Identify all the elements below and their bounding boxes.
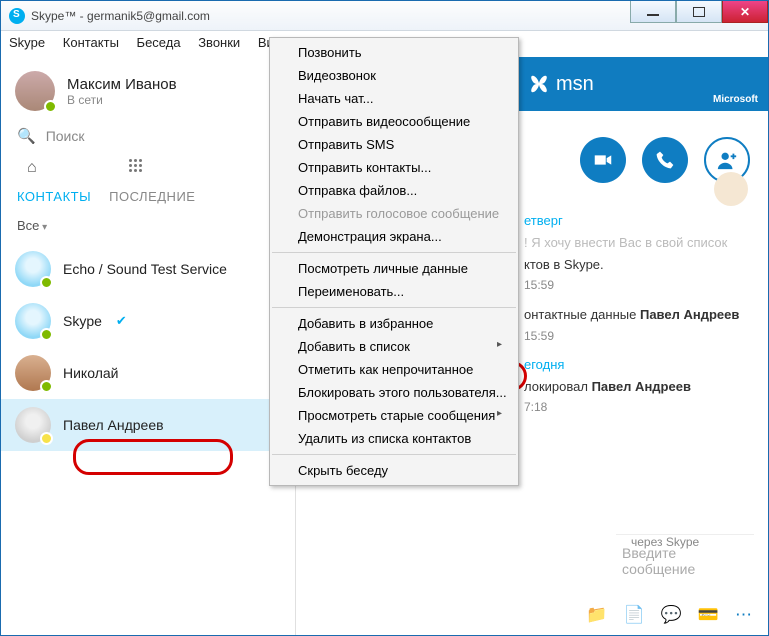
- maximize-button[interactable]: [676, 1, 722, 23]
- ctx-remove-contact[interactable]: Удалить из списка контактов: [270, 427, 518, 450]
- chat-day: егодня: [524, 357, 756, 372]
- contact-name: Skype: [63, 313, 102, 329]
- ctx-add-fav[interactable]: Добавить в избранное: [270, 312, 518, 335]
- chat-time: 15:59: [524, 329, 756, 343]
- ctx-send-voice: Отправить голосовое сообщение: [270, 202, 518, 225]
- ctx-rename[interactable]: Переименовать...: [270, 280, 518, 303]
- ctx-view-old-msgs[interactable]: Просмотреть старые сообщения: [270, 404, 518, 427]
- ctx-view-profile[interactable]: Посмотреть личные данные: [270, 257, 518, 280]
- contact-name: Павел Андреев: [63, 417, 164, 433]
- ctx-start-chat[interactable]: Начать чат...: [270, 87, 518, 110]
- ctx-hide-convo[interactable]: Скрыть беседу: [270, 459, 518, 482]
- profile-section[interactable]: Максим Иванов В сети: [1, 63, 295, 119]
- contact-item[interactable]: Skype ✔: [1, 295, 295, 347]
- filter-dropdown[interactable]: Все: [1, 212, 295, 243]
- contact-item-selected[interactable]: Павел Андреев: [1, 399, 295, 451]
- msn-banner[interactable]: msn Microsoft: [518, 57, 768, 111]
- presence-online-icon: [44, 100, 57, 113]
- avatar: [15, 355, 51, 391]
- more-icon[interactable]: ⋯: [735, 605, 752, 625]
- home-icon[interactable]: ⌂: [27, 159, 37, 177]
- contact-list: Echo / Sound Test Service Skype ✔ Никола…: [1, 243, 295, 635]
- ctx-block-user[interactable]: Блокировать этого пользователя...: [270, 381, 518, 404]
- profile-avatar: [15, 71, 55, 111]
- ctx-separator: [272, 307, 516, 308]
- chat-day: етверг: [524, 213, 756, 228]
- ctx-send-contacts[interactable]: Отправить контакты...: [270, 156, 518, 179]
- video-call-button[interactable]: [580, 137, 626, 183]
- chat-time: 7:18: [524, 400, 756, 414]
- ctx-send-files[interactable]: Отправка файлов...: [270, 179, 518, 202]
- ctx-call[interactable]: Позвонить: [270, 41, 518, 64]
- contact-item[interactable]: Echo / Sound Test Service: [1, 243, 295, 295]
- send-document-icon[interactable]: 📄: [623, 605, 644, 625]
- presence-online-icon: [40, 276, 53, 289]
- profile-name: Максим Иванов: [67, 76, 177, 93]
- avatar: [15, 303, 51, 339]
- chat-line: локировал Павел Андреев: [524, 378, 756, 396]
- tab-recent[interactable]: ПОСЛЕДНИЕ: [109, 189, 195, 204]
- chat-bubble-icon[interactable]: 💬: [661, 605, 682, 625]
- search-placeholder: Поиск: [46, 128, 85, 144]
- ctx-separator: [272, 252, 516, 253]
- profile-status: В сети: [67, 93, 177, 107]
- ctx-share-screen[interactable]: Демонстрация экрана...: [270, 225, 518, 248]
- window-buttons: [630, 1, 768, 23]
- presence-online-icon: [40, 328, 53, 341]
- chat-line: онтактные данные Павел Андреев: [524, 306, 756, 324]
- search-input[interactable]: 🔍 Поиск: [1, 119, 295, 153]
- send-contact-icon[interactable]: 💳: [698, 605, 719, 625]
- chat-line: ! Я хочу внести Вас в свой список: [524, 234, 756, 252]
- window-title: Skype™ - germanik5@gmail.com: [31, 9, 210, 23]
- presence-pending-icon: [40, 432, 53, 445]
- msn-logo-text: msn: [556, 73, 594, 96]
- avatar: [15, 407, 51, 443]
- chat-line: ктов в Skype.: [524, 256, 756, 274]
- contact-name: Echo / Sound Test Service: [63, 261, 227, 277]
- chat-time: 15:59: [524, 278, 756, 292]
- menu-skype[interactable]: Skype: [9, 35, 45, 50]
- sidebar: Максим Иванов В сети 🔍 Поиск ⌂ КОНТАКТЫ …: [1, 57, 296, 635]
- tabs: КОНТАКТЫ ПОСЛЕДНИЕ: [1, 189, 295, 204]
- butterfly-icon: [528, 73, 550, 95]
- contact-avatar-bubble: [714, 172, 748, 206]
- contact-item[interactable]: Николай: [1, 347, 295, 399]
- ctx-mark-unread[interactable]: Отметить как непрочитанное: [270, 358, 518, 381]
- microsoft-label: Microsoft: [713, 94, 758, 105]
- message-input[interactable]: Введите сообщение: [616, 534, 754, 587]
- presence-online-icon: [40, 380, 53, 393]
- audio-call-button[interactable]: [642, 137, 688, 183]
- skype-logo-icon: [9, 8, 25, 24]
- contact-name: Николай: [63, 365, 118, 381]
- ctx-separator: [272, 454, 516, 455]
- avatar: [15, 251, 51, 287]
- dialpad-icon[interactable]: [129, 159, 143, 173]
- ctx-add-to-list[interactable]: Добавить в список: [270, 335, 518, 358]
- bottom-toolbar: 📁 📄 💬 💳 ⋯: [586, 605, 752, 625]
- ctx-send-sms[interactable]: Отправить SMS: [270, 133, 518, 156]
- close-button[interactable]: [722, 1, 768, 23]
- tab-contacts[interactable]: КОНТАКТЫ: [17, 189, 91, 204]
- search-icon: 🔍: [17, 127, 36, 145]
- menu-chat[interactable]: Беседа: [137, 35, 181, 50]
- verified-icon: ✔: [116, 313, 127, 329]
- context-menu: Позвонить Видеозвонок Начать чат... Отпр…: [269, 37, 519, 486]
- ctx-send-videomsg[interactable]: Отправить видеосообщение: [270, 110, 518, 133]
- menu-calls[interactable]: Звонки: [198, 35, 240, 50]
- minimize-button[interactable]: [630, 1, 676, 23]
- send-file-icon[interactable]: 📁: [586, 605, 607, 625]
- ctx-videocall[interactable]: Видеозвонок: [270, 64, 518, 87]
- menu-contacts[interactable]: Контакты: [63, 35, 119, 50]
- chat-history: етверг ! Я хочу внести Вас в свой список…: [524, 207, 756, 428]
